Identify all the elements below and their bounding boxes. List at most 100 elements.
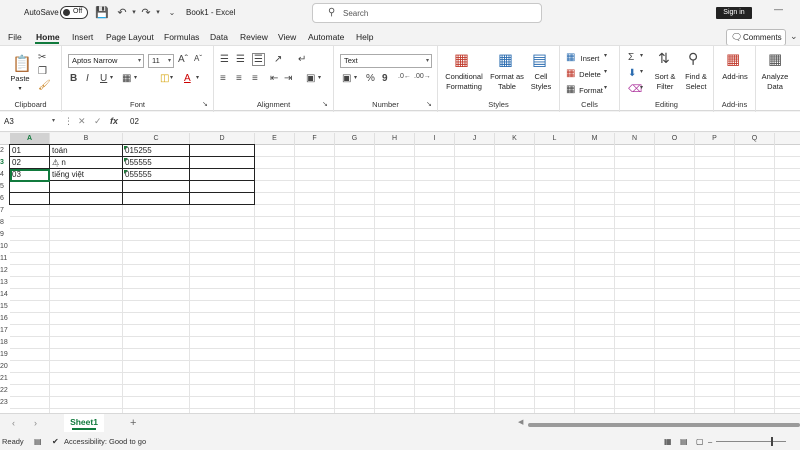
zoom-out-icon[interactable]: – — [708, 437, 712, 446]
column-header-N[interactable]: N — [615, 133, 655, 145]
format-painter-icon[interactable]: 🖌 — [38, 80, 51, 91]
autosum-dropdown-icon[interactable]: ▾ — [640, 52, 643, 59]
comma-style-icon[interactable]: 9 — [382, 73, 388, 84]
tab-home[interactable]: Home — [36, 32, 60, 42]
row-header-12[interactable]: 12 — [0, 265, 10, 277]
cell-A3[interactable]: 02 — [11, 157, 49, 169]
fill-color-icon[interactable]: ◫ — [160, 73, 169, 84]
alignment-launcher-icon[interactable]: ↘ — [322, 100, 328, 108]
enter-icon[interactable]: ✓ — [94, 116, 102, 127]
delete-dropdown-icon[interactable]: ▾ — [604, 68, 607, 75]
customize-toolbar-icon[interactable]: ⌄ — [164, 5, 180, 21]
analyze-label-2[interactable]: Data — [756, 82, 794, 92]
align-middle-icon[interactable]: ☰ — [236, 54, 245, 65]
tab-review[interactable]: Review — [240, 32, 268, 42]
tab-page-layout[interactable]: Page Layout — [106, 32, 154, 42]
column-header-F[interactable]: F — [295, 133, 335, 145]
analyze-label-1[interactable]: Analyze — [756, 72, 794, 82]
comments-button[interactable]: 🗨 Comments — [726, 29, 786, 46]
align-top-icon[interactable]: ☰ — [220, 54, 229, 65]
percent-icon[interactable]: % — [366, 73, 375, 84]
page-layout-view-icon[interactable]: ▤ — [680, 437, 688, 446]
find-select-label-1[interactable]: Find & — [682, 72, 710, 82]
conditional-formatting-icon[interactable]: ▦ — [454, 50, 469, 70]
cell-styles-label-2[interactable]: Styles — [526, 82, 556, 92]
increase-decimal-icon[interactable]: .0← — [398, 73, 411, 80]
cell-B4[interactable]: tiếng việt — [51, 169, 122, 181]
copy-icon[interactable]: ❐ — [38, 66, 47, 77]
delete-cells-icon[interactable]: ▦ — [566, 68, 575, 79]
save-icon[interactable]: 💾 — [94, 5, 110, 21]
number-launcher-icon[interactable]: ↘ — [426, 100, 432, 108]
row-header-9[interactable]: 9 — [0, 229, 10, 241]
fill-icon[interactable]: ⬇ — [628, 68, 636, 79]
horizontal-scrollbar[interactable] — [528, 423, 800, 427]
underline-icon[interactable]: U — [100, 73, 107, 84]
insert-dropdown-icon[interactable]: ▾ — [604, 52, 607, 59]
align-bottom-icon[interactable]: ☰ — [252, 53, 265, 66]
signin-button[interactable]: Sign in — [716, 7, 752, 19]
cell-A4[interactable]: 03 — [11, 169, 49, 181]
bold-icon[interactable]: B — [70, 73, 77, 84]
borders-dropdown-icon[interactable]: ▾ — [134, 74, 137, 81]
format-cells-icon[interactable]: ▦ — [566, 84, 575, 95]
align-center-icon[interactable]: ≡ — [236, 73, 242, 84]
normal-view-icon[interactable]: ▦ — [664, 437, 672, 446]
macro-icon[interactable]: ▤ — [34, 437, 42, 446]
clear-dropdown-icon[interactable]: ▾ — [640, 84, 643, 91]
search-box[interactable]: ⚲ Search — [312, 3, 542, 23]
align-left-icon[interactable]: ≡ — [220, 73, 226, 84]
font-size-select[interactable]: 11 ▾ — [148, 54, 174, 68]
page-break-view-icon[interactable]: ▢ — [696, 437, 704, 446]
accounting-dropdown-icon[interactable]: ▾ — [354, 74, 357, 81]
column-header-L[interactable]: L — [535, 133, 575, 145]
scroll-left-icon[interactable]: ◀ — [518, 418, 523, 426]
format-as-table-icon[interactable]: ▦ — [498, 50, 513, 70]
cell-B2[interactable]: toán — [51, 145, 122, 157]
cut-icon[interactable]: ✂ — [38, 52, 46, 63]
increase-font-icon[interactable]: Aˆ — [178, 54, 188, 65]
orientation-icon[interactable]: ↗ — [274, 54, 282, 65]
row-header-20[interactable]: 20 — [0, 361, 10, 373]
row-header-23[interactable]: 23 — [0, 397, 10, 409]
row-header-13[interactable]: 13 — [0, 277, 10, 289]
minimize-icon[interactable]: — — [774, 4, 783, 14]
sheet-tab-sheet1[interactable]: Sheet1 — [64, 414, 104, 432]
insert-cells-label[interactable]: Insert — [578, 54, 602, 64]
merge-center-icon[interactable]: ▣ — [306, 73, 315, 84]
autosum-icon[interactable]: Σ — [628, 52, 634, 63]
worksheet-grid[interactable]: ABCDEFGHIJKLMNOPQ 2 3 4 5 6 7 8 9 10 11 12 13 14 15 16… — [0, 133, 800, 413]
cell-C2[interactable]: 015255 — [124, 145, 189, 157]
zoom-slider[interactable] — [716, 437, 786, 446]
tab-file[interactable]: File — [8, 32, 22, 42]
increase-indent-icon[interactable]: ⇥ — [284, 73, 292, 84]
font-color-dropdown-icon[interactable]: ▾ — [196, 74, 199, 81]
next-sheet-icon[interactable]: › — [34, 418, 37, 428]
decrease-decimal-icon[interactable]: .00→ — [414, 73, 431, 80]
italic-icon[interactable]: I — [86, 73, 89, 84]
name-box-dropdown-icon[interactable]: ▾ — [52, 117, 55, 124]
addins-icon[interactable]: ▦ — [726, 50, 740, 68]
column-header-I[interactable]: I — [415, 133, 455, 145]
cell-B3[interactable]: ⚠̣ n — [51, 157, 122, 169]
find-select-icon[interactable]: ⚲ — [688, 50, 698, 67]
column-header-K[interactable]: K — [495, 133, 535, 145]
add-sheet-icon[interactable]: + — [130, 417, 136, 429]
font-name-select[interactable]: Aptos Narrow ▾ — [68, 54, 144, 68]
accessibility-status[interactable]: Accessibility: Good to go — [64, 437, 146, 446]
fill-dropdown-icon[interactable]: ▾ — [170, 74, 173, 81]
paste-icon[interactable]: 📋 — [12, 54, 32, 74]
row-header-11[interactable]: 11 — [0, 253, 10, 265]
row-header-8[interactable]: 8 — [0, 217, 10, 229]
insert-cells-icon[interactable]: ▦ — [566, 52, 575, 63]
decrease-indent-icon[interactable]: ⇤ — [270, 73, 278, 84]
merge-dropdown-icon[interactable]: ▾ — [318, 74, 321, 81]
tab-data[interactable]: Data — [210, 32, 228, 42]
paste-label[interactable]: Paste — [8, 74, 32, 84]
column-header-M[interactable]: M — [575, 133, 615, 145]
row-header-7[interactable]: 7 — [0, 205, 10, 217]
row-header-10[interactable]: 10 — [0, 241, 10, 253]
row-header-14[interactable]: 14 — [0, 289, 10, 301]
format-as-table-label-1[interactable]: Format as — [488, 72, 526, 82]
insert-function-icon[interactable]: fx — [110, 116, 118, 126]
